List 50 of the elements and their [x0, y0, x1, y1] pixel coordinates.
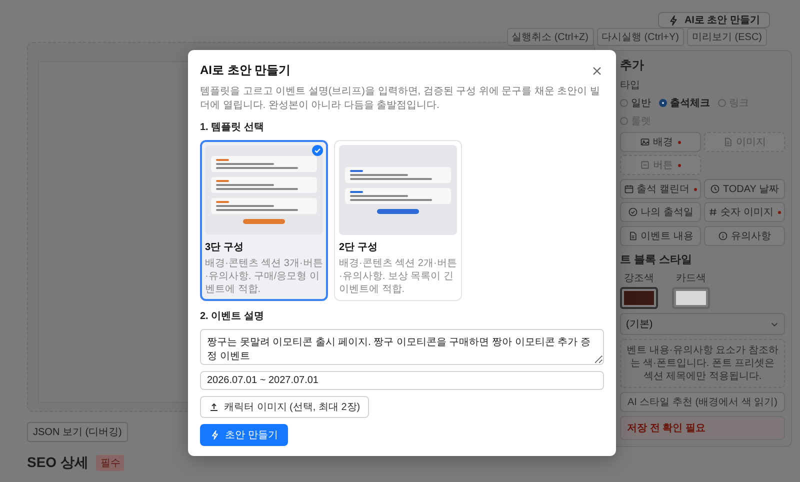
- section-title: 트 블록 스타일: [620, 253, 694, 267]
- check-circle-icon: [628, 207, 638, 217]
- section-label: 1. 템플릿 선택: [200, 121, 265, 134]
- section-label: 2. 이벤트 설명: [200, 310, 265, 323]
- color-swatch[interactable]: [620, 287, 658, 309]
- info-icon: [718, 231, 728, 241]
- element-chip[interactable]: 배경: [620, 132, 701, 152]
- element-chip[interactable]: 숫자 이미지: [704, 202, 785, 222]
- swatch-label: 카드색: [676, 272, 706, 285]
- toolbar-button[interactable]: 다시실행 (Ctrl+Y): [596, 28, 684, 46]
- panel-title: 추가: [620, 57, 645, 74]
- document-icon: [723, 137, 733, 147]
- template-card[interactable]: 2단 구성 배경·콘텐츠 섹션 2개·버튼·유의사항. 보상 목록이 긴 이벤트에 적합.: [334, 140, 462, 301]
- document-icon: [628, 231, 638, 241]
- section-title: SEO 상세: [27, 454, 88, 472]
- type-radio[interactable]: 출석체크: [659, 96, 710, 110]
- element-chip[interactable]: TODAY 날짜: [704, 179, 785, 199]
- dialog-title: AI로 초안 만들기: [200, 62, 291, 79]
- ai-draft-button[interactable]: AI로 초안 만들기: [658, 12, 770, 28]
- period-input[interactable]: 2026.07.01 ~ 2027.07.01: [200, 371, 604, 390]
- lightning-icon: [210, 430, 220, 440]
- upload-button[interactable]: 캐릭터 이미지 (선택, 최대 2장): [200, 396, 370, 418]
- toolbar-button[interactable]: 미리보기 (ESC): [687, 28, 767, 46]
- font-select[interactable]: (기본): [620, 313, 785, 335]
- dialog-description: 템플릿을 고르고 이벤트 설명(브리프)을 입력하면, 검증된 구성 위에 문구를 채운 초안이 빌더에 열립니다. 완성본이 아니라 다듬을 출발점입니다.: [200, 85, 601, 112]
- check-badge-icon: [312, 145, 323, 156]
- field-label: 타입: [620, 79, 641, 92]
- lightning-icon: [668, 14, 680, 26]
- create-draft-button[interactable]: 초안 만들기: [200, 424, 288, 446]
- element-chip[interactable]: 나의 출석일: [620, 202, 701, 222]
- element-chip[interactable]: 이벤트 내용: [620, 226, 701, 246]
- color-swatch[interactable]: [672, 287, 710, 309]
- required-badge: 필수: [96, 455, 124, 471]
- ai-style-button[interactable]: AI 스타일 추천 (배경에서 색 읽기): [620, 392, 785, 412]
- brief-textarea[interactable]: 짱구는 못말려 이모티콘 출시 페이지. 짱구 이모티콘을 구매하면 짱아 이모티콘 추가 증정 이벤트: [200, 329, 604, 365]
- swatch-label: 강조색: [624, 272, 654, 285]
- hash-icon: [708, 207, 718, 217]
- square-icon: [640, 160, 650, 170]
- warning-box: 저장 전 확인 필요: [620, 416, 785, 440]
- clock-icon: [710, 184, 720, 194]
- toolbar-button[interactable]: 실행취소 (Ctrl+Z): [506, 28, 594, 46]
- template-card[interactable]: 3단 구성 배경·콘텐츠 섹션 3개·버튼·유의사항. 구매/응모형 이벤트에 적합.: [200, 140, 328, 301]
- type-radio[interactable]: 일반: [620, 96, 651, 110]
- element-chip[interactable]: 유의사항: [704, 226, 785, 246]
- upload-icon: [209, 402, 219, 412]
- element-chip[interactable]: 출석 캘린더: [620, 179, 701, 199]
- calendar-icon: [624, 184, 634, 194]
- json-view-button[interactable]: JSON 보기 (디버깅): [27, 422, 128, 442]
- info-note: 벤트 내용·유의사항 요소가 참조하는 색·폰트입니다. 폰트 프리셋은 섹션 제목에만 적용됩니다.: [620, 339, 785, 388]
- image-icon: [640, 137, 650, 147]
